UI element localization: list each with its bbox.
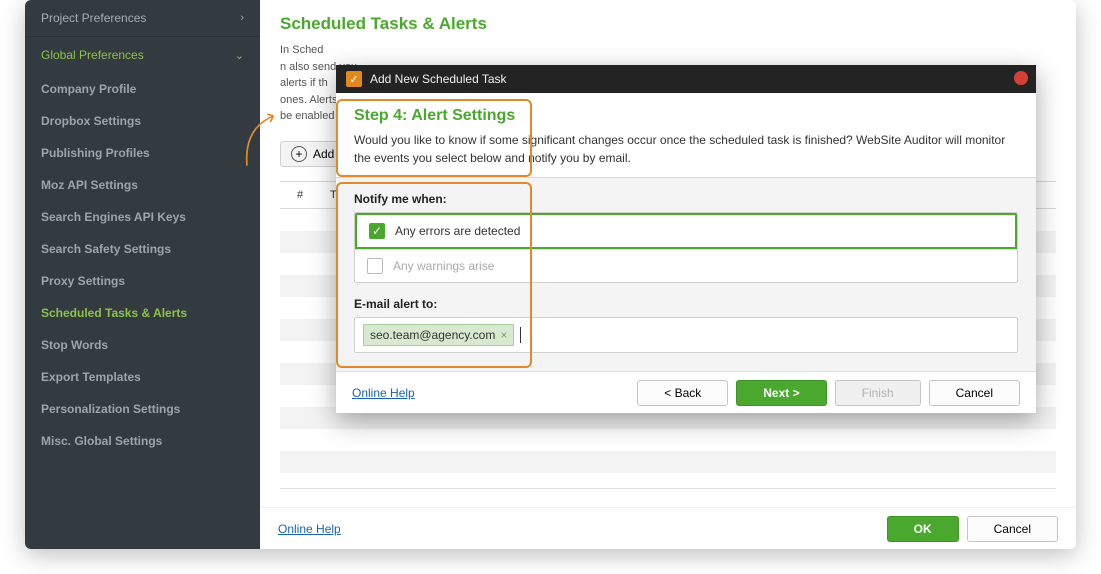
col-number: # <box>280 182 320 208</box>
plus-icon: + <box>291 146 307 162</box>
sidebar-section-global[interactable]: Global Preferences ⌄ <box>25 37 260 73</box>
email-label: E-mail alert to: <box>354 297 1018 311</box>
notify-label: Notify me when: <box>354 192 1018 206</box>
online-help-link[interactable]: Online Help <box>278 522 341 536</box>
sidebar-item-company-profile[interactable]: Company Profile <box>25 73 260 105</box>
modal-footer: Online Help < Back Next > Finish Cancel <box>336 371 1036 413</box>
finish-button: Finish <box>835 380 921 406</box>
sidebar-item-dropbox-settings[interactable]: Dropbox Settings <box>25 105 260 137</box>
sidebar-section-project-label: Project Preferences <box>41 11 146 25</box>
sidebar-item-misc-global-settings[interactable]: Misc. Global Settings <box>25 425 260 457</box>
option-warnings-arise[interactable]: Any warnings arise <box>355 249 1017 282</box>
sidebar-item-search-safety-settings[interactable]: Search Safety Settings <box>25 233 260 265</box>
text-cursor <box>520 327 521 343</box>
add-button-label: Add <box>313 147 334 161</box>
page-title: Scheduled Tasks & Alerts <box>280 14 1056 34</box>
chip-remove-icon[interactable]: × <box>500 328 507 342</box>
modal-titlebar: ✓ Add New Scheduled Task <box>336 65 1036 93</box>
cancel-button[interactable]: Cancel <box>967 516 1058 542</box>
task-icon: ✓ <box>346 71 362 87</box>
modal-cancel-button[interactable]: Cancel <box>929 380 1020 406</box>
sidebar-item-proxy-settings[interactable]: Proxy Settings <box>25 265 260 297</box>
step-header: Step 4: Alert Settings Would you like to… <box>336 93 1036 178</box>
step-title: Step 4: Alert Settings <box>354 107 1018 125</box>
chevron-right-icon: › <box>240 12 244 24</box>
sidebar-item-personalization-settings[interactable]: Personalization Settings <box>25 393 260 425</box>
option-errors-label: Any errors are detected <box>395 224 520 238</box>
sidebar-section-project[interactable]: Project Preferences › <box>25 0 260 36</box>
checkbox-errors[interactable]: ✓ <box>369 223 385 239</box>
option-warnings-label: Any warnings arise <box>393 259 494 273</box>
email-chip-text: seo.team@agency.com <box>370 328 495 342</box>
modal-online-help-link[interactable]: Online Help <box>352 386 415 400</box>
close-icon[interactable] <box>1014 71 1028 85</box>
email-input[interactable]: seo.team@agency.com × <box>354 317 1018 353</box>
sidebar-item-publishing-profiles[interactable]: Publishing Profiles <box>25 137 260 169</box>
step-description: Would you like to know if some significa… <box>354 131 1018 167</box>
checkbox-warnings[interactable] <box>367 258 383 274</box>
ok-button[interactable]: OK <box>887 516 959 542</box>
sidebar-item-search-engines-api-keys[interactable]: Search Engines API Keys <box>25 201 260 233</box>
sidebar-item-export-templates[interactable]: Export Templates <box>25 361 260 393</box>
sidebar: Project Preferences › Global Preferences… <box>25 0 260 549</box>
next-button[interactable]: Next > <box>736 380 826 406</box>
sidebar-item-scheduled-tasks-alerts[interactable]: Scheduled Tasks & Alerts <box>25 297 260 329</box>
sidebar-item-moz-api-settings[interactable]: Moz API Settings <box>25 169 260 201</box>
bottom-bar: Online Help OK Cancel <box>260 507 1076 549</box>
add-scheduled-task-modal: ✓ Add New Scheduled Task Step 4: Alert S… <box>336 65 1036 413</box>
modal-title-label: Add New Scheduled Task <box>370 72 507 86</box>
sidebar-item-stop-words[interactable]: Stop Words <box>25 329 260 361</box>
email-chip[interactable]: seo.team@agency.com × <box>363 324 514 346</box>
chevron-down-icon: ⌄ <box>235 49 244 62</box>
notify-options: ✓ Any errors are detected Any warnings a… <box>354 212 1018 283</box>
option-errors-detected[interactable]: ✓ Any errors are detected <box>355 213 1017 249</box>
sidebar-section-global-label: Global Preferences <box>41 48 144 62</box>
back-button[interactable]: < Back <box>637 380 728 406</box>
